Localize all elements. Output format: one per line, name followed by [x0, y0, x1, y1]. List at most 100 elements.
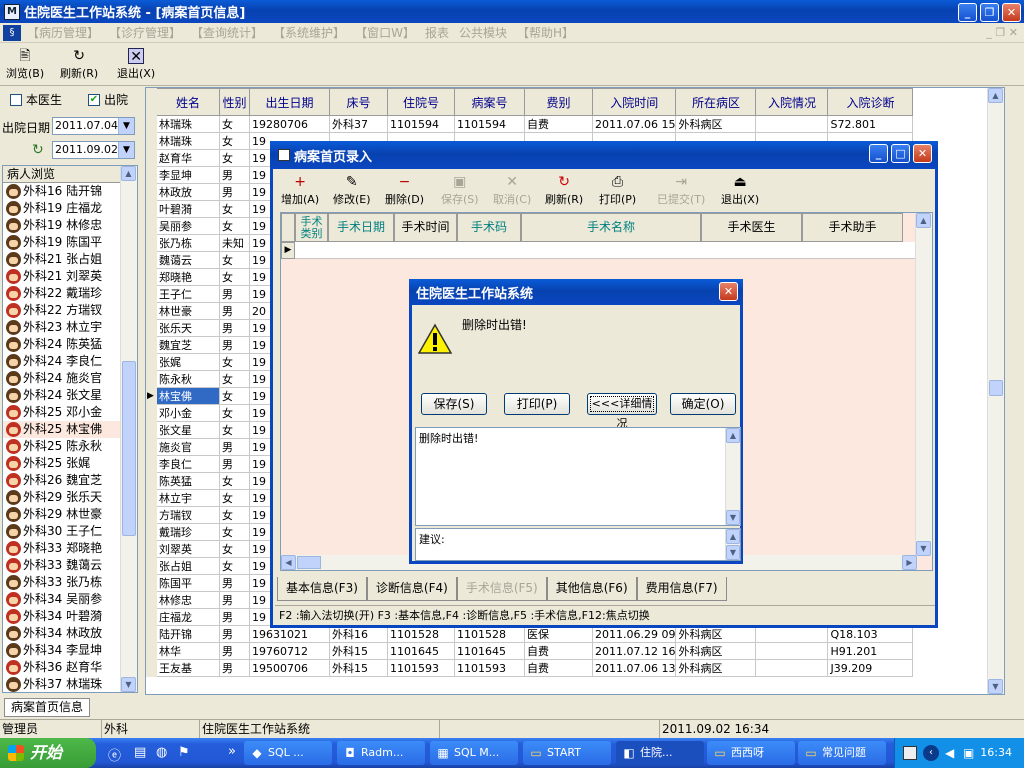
table-cell[interactable]: 林修忠 — [156, 591, 220, 609]
table-cell[interactable]: 女 — [219, 523, 250, 541]
column-header[interactable]: 费别 — [524, 88, 593, 116]
list-item[interactable]: 外科33 郑晓艳 — [3, 540, 137, 557]
list-item[interactable]: 外科25 林宝佛 — [3, 421, 137, 438]
table-cell[interactable]: 女 — [219, 421, 250, 439]
table-cell[interactable]: 女 — [219, 557, 250, 575]
table-row[interactable]: 陆开锦男 19631021 外科16 1101528 1101528 医保 2011.06.… — [146, 625, 914, 643]
table-row[interactable]: 林华男 19760712 外科15 1101645 1101645 自费 2011.07.1… — [146, 642, 914, 660]
list-item[interactable]: 外科34 吴丽参 — [3, 591, 137, 608]
table-cell[interactable]: 女 — [219, 132, 250, 150]
scroll-left-icon[interactable]: ◀ — [281, 555, 296, 570]
tab-1[interactable]: 诊断信息(F4) — [366, 577, 457, 601]
suggestion-box[interactable]: 建议: ▲ ▼ — [415, 528, 741, 561]
my-doctor-checkbox[interactable] — [10, 93, 22, 106]
table-cell[interactable]: 女 — [219, 540, 250, 558]
table-cell[interactable]: 林华 — [156, 642, 220, 660]
scroll-up-icon[interactable]: ▲ — [988, 88, 1003, 103]
list-item[interactable]: 外科33 张乃栋 — [3, 574, 137, 591]
table-cell[interactable]: 外科病区 — [675, 659, 757, 677]
table-cell[interactable]: 女 — [219, 217, 250, 235]
scroll-right-icon[interactable]: ▶ — [902, 555, 917, 570]
table-cell[interactable]: S72.801 — [827, 115, 914, 133]
table-cell[interactable]: 2011.07.06 13 — [591, 659, 677, 677]
table-cell[interactable]: 自费 — [524, 642, 593, 660]
table-cell[interactable]: 医保 — [524, 625, 593, 643]
table-cell[interactable]: J39.209 — [827, 659, 914, 677]
table-cell[interactable]: 林瑞珠 — [156, 115, 220, 133]
column-header[interactable]: 手术名称 — [521, 213, 701, 242]
table-cell[interactable]: 男 — [219, 285, 250, 303]
mdi-controls[interactable]: _ ❐ ✕ — [986, 26, 1018, 39]
table-cell[interactable]: 林宝佛 — [156, 387, 220, 405]
table-cell[interactable]: 张文星 — [156, 421, 220, 439]
start-button[interactable]: 开始 — [0, 738, 96, 768]
column-header[interactable]: 手术时间 — [394, 213, 457, 242]
list-item[interactable]: 外科34 林政放 — [3, 625, 137, 642]
table-cell[interactable]: 庄福龙 — [156, 608, 220, 626]
browse-button[interactable]: 🖹 浏览(B) — [6, 48, 44, 81]
scroll-down-icon[interactable]: ▼ — [988, 679, 1003, 694]
table-cell[interactable]: 林世豪 — [156, 302, 220, 320]
scroll-thumb[interactable] — [989, 380, 1003, 396]
table-cell[interactable]: 陆开锦 — [156, 625, 220, 643]
taskbar-item[interactable]: ▦ SQL M... — [430, 741, 518, 765]
print-button[interactable]: ⎙ 打印(P) — [599, 174, 636, 207]
table-cell[interactable]: 施炎官 — [156, 438, 220, 456]
list-item[interactable]: 外科26 魏宜芝 — [3, 472, 137, 489]
taskbar-item[interactable]: ◧ 住院... — [616, 741, 704, 765]
menu-item-5[interactable]: 报表 — [425, 24, 449, 41]
table-cell[interactable]: 男 — [219, 608, 250, 626]
table-cell[interactable]: 女 — [219, 387, 250, 405]
scroll-down-icon[interactable]: ▼ — [916, 541, 931, 556]
menu-item-3[interactable]: 【系统维护】 — [273, 24, 345, 41]
tab-3[interactable]: 其他信息(F6) — [546, 577, 637, 601]
ie-icon[interactable]: ⓔ — [108, 745, 121, 764]
column-header[interactable]: 手术码 — [457, 213, 521, 242]
table-cell[interactable]: 男 — [219, 625, 250, 643]
dialog-ok-button[interactable]: 确定(O) — [670, 393, 736, 415]
list-item[interactable]: 外科23 林立宇 — [3, 319, 137, 336]
table-cell[interactable]: 1101594 — [454, 115, 525, 133]
list-item[interactable]: 外科19 庄福龙 — [3, 200, 137, 217]
scroll-down-icon[interactable]: ▼ — [726, 545, 740, 560]
maximize-button[interactable]: □ — [891, 144, 910, 163]
list-item[interactable]: 外科22 戴瑞珍 — [3, 285, 137, 302]
table-cell[interactable]: 外科15 — [329, 642, 388, 660]
column-header[interactable]: 入院诊断 — [827, 88, 914, 116]
table-cell[interactable]: Q18.103 — [827, 625, 914, 643]
desktop-icon[interactable]: ▤ — [134, 745, 146, 760]
surgery-new-row[interactable] — [295, 242, 917, 259]
table-cell[interactable]: 2011.07.12 16 — [591, 642, 677, 660]
table-cell[interactable]: 王友基 — [156, 659, 220, 677]
menu-item-2[interactable]: 【查询统计】 — [191, 24, 263, 41]
quicklaunch-icon[interactable]: ⚑ — [178, 745, 190, 760]
refresh-button[interactable]: ↻ 刷新(R) — [545, 174, 583, 207]
taskbar-item[interactable]: ▭ 常见问题 — [798, 741, 886, 765]
table-cell[interactable]: 女 — [219, 472, 250, 490]
list-item[interactable]: 外科25 张娓 — [3, 455, 137, 472]
list-item[interactable]: 外科34 叶碧漪 — [3, 608, 137, 625]
table-cell[interactable]: 外科16 — [329, 625, 388, 643]
table-cell[interactable]: 男 — [219, 166, 250, 184]
messenger-icon[interactable]: ◍ — [156, 745, 167, 760]
table-cell[interactable]: 19500706 — [249, 659, 330, 677]
table-cell[interactable]: 19280706 — [249, 115, 330, 133]
scroll-up-icon[interactable]: ▲ — [726, 529, 740, 544]
taskbar-item[interactable]: ◆ SQL ... — [244, 741, 332, 765]
discharged-checkbox[interactable]: ✔ — [88, 93, 100, 106]
table-cell[interactable]: 男 — [219, 302, 250, 320]
patient-list-scrollbar[interactable]: ▲ ▼ — [120, 166, 137, 692]
table-cell[interactable]: 戴瑞珍 — [156, 523, 220, 541]
table-cell[interactable]: 2011.06.29 09 — [591, 625, 677, 643]
table-cell[interactable]: 男 — [219, 642, 250, 660]
suggestion-scrollbar[interactable]: ▲ ▼ — [725, 529, 740, 560]
column-header[interactable]: 床号 — [329, 88, 388, 116]
taskbar-item[interactable]: ◘ Radm... — [337, 741, 425, 765]
table-cell[interactable]: 1101528 — [387, 625, 455, 643]
submit-button[interactable]: ⇥ 已提交(T) — [657, 174, 705, 207]
dialog-save-button[interactable]: 保存(S) — [421, 393, 487, 415]
table-cell[interactable]: 1101593 — [387, 659, 455, 677]
menu-item-4[interactable]: 【窗口W】 — [355, 24, 415, 41]
table-cell[interactable]: 邓小金 — [156, 404, 220, 422]
table-cell[interactable]: 陈英猛 — [156, 472, 220, 490]
